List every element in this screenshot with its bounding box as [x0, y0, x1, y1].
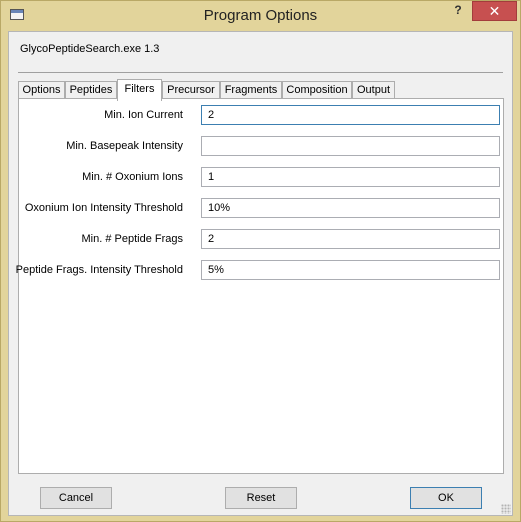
label-min-oxonium-ions: Min. # Oxonium Ions — [82, 171, 183, 183]
program-options-window: Program Options ? ✕ GlycoPeptideSearch.e… — [0, 0, 521, 522]
tab-peptides[interactable]: Peptides — [65, 81, 117, 99]
min-peptide-frags-input[interactable] — [201, 229, 500, 249]
app-version-label: GlycoPeptideSearch.exe 1.3 — [20, 43, 160, 55]
peptide-frags-threshold-input[interactable] — [201, 260, 500, 280]
oxonium-intensity-threshold-input[interactable] — [201, 198, 500, 218]
help-button[interactable]: ? — [448, 1, 468, 21]
label-min-basepeak-intensity: Min. Basepeak Intensity — [66, 140, 183, 152]
label-min-peptide-frags: Min. # Peptide Frags — [81, 233, 184, 245]
min-oxonium-ions-input[interactable] — [201, 167, 500, 187]
tab-fragments[interactable]: Fragments — [220, 81, 282, 99]
dialog-body: GlycoPeptideSearch.exe 1.3 Options Pepti… — [8, 31, 513, 516]
close-button[interactable]: ✕ — [472, 1, 517, 21]
label-oxonium-intensity-threshold: Oxonium Ion Intensity Threshold — [24, 202, 183, 214]
window-title: Program Options — [203, 7, 318, 24]
tab-output[interactable]: Output — [352, 81, 395, 99]
tab-composition[interactable]: Composition — [282, 81, 352, 99]
separator — [18, 72, 503, 73]
label-peptide-frags-threshold: Peptide Frags. Intensity Threshold — [15, 264, 183, 276]
close-icon: ✕ — [488, 3, 501, 19]
tab-filters[interactable]: Filters — [117, 79, 162, 101]
min-ion-current-input[interactable] — [201, 105, 500, 125]
tab-precursor[interactable]: Precursor — [162, 81, 220, 99]
reset-button[interactable]: Reset — [225, 487, 297, 509]
title-bar[interactable]: Program Options ? ✕ — [1, 1, 520, 31]
resize-grip[interactable] — [501, 504, 511, 514]
label-min-ion-current: Min. Ion Current — [104, 109, 183, 121]
cancel-button[interactable]: Cancel — [40, 487, 112, 509]
min-basepeak-intensity-input[interactable] — [201, 136, 500, 156]
ok-button[interactable]: OK — [410, 487, 482, 509]
tab-options[interactable]: Options — [18, 81, 65, 99]
filters-panel: Min. Ion Current Min. Basepeak Intensity… — [15, 98, 504, 474]
